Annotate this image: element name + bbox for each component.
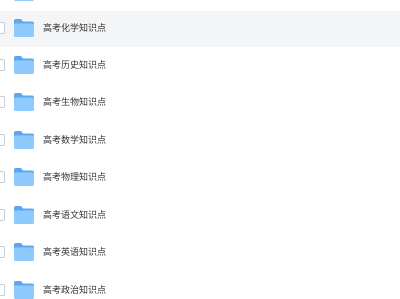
folder-icon bbox=[13, 92, 35, 112]
file-row-chinese[interactable]: 高考语文知识点 bbox=[0, 198, 400, 234]
file-name[interactable]: 高考语文知识点 bbox=[43, 198, 106, 234]
row-checkbox[interactable] bbox=[0, 209, 5, 221]
file-row-math[interactable]: 高考数学知识点 bbox=[0, 123, 400, 159]
file-row-chemistry[interactable]: 高考化学知识点 bbox=[0, 11, 400, 47]
row-checkbox[interactable] bbox=[0, 171, 5, 183]
file-name[interactable]: 高考英语知识点 bbox=[43, 235, 106, 271]
file-name[interactable]: 高考生物知识点 bbox=[43, 85, 106, 121]
file-name[interactable]: 高考历史知识点 bbox=[43, 48, 106, 84]
file-list: 高考化学知识点 高考历史知识点 高考生物知识点 高考数学知识点 高考物理知识点 bbox=[0, 0, 400, 299]
folder-icon bbox=[13, 130, 35, 150]
file-name[interactable]: 高考物理知识点 bbox=[43, 160, 106, 196]
file-row-biology[interactable]: 高考生物知识点 bbox=[0, 85, 400, 121]
row-checkbox[interactable] bbox=[0, 59, 5, 71]
folder-icon bbox=[13, 205, 35, 225]
file-row-politics[interactable]: 高考政治知识点 bbox=[0, 273, 400, 299]
folder-icon bbox=[13, 167, 35, 187]
folder-icon bbox=[13, 242, 35, 262]
file-row-english[interactable]: 高考英语知识点 bbox=[0, 235, 400, 271]
row-checkbox[interactable] bbox=[0, 96, 5, 108]
file-row-partial[interactable] bbox=[0, 0, 400, 11]
folder-icon bbox=[13, 18, 35, 38]
file-row-history[interactable]: 高考历史知识点 bbox=[0, 48, 400, 84]
folder-icon bbox=[13, 0, 35, 2]
file-name[interactable]: 高考政治知识点 bbox=[43, 273, 106, 299]
row-checkbox[interactable] bbox=[0, 22, 5, 34]
file-row-physics[interactable]: 高考物理知识点 bbox=[0, 160, 400, 196]
folder-icon bbox=[13, 280, 35, 299]
folder-icon bbox=[13, 55, 35, 75]
file-name[interactable]: 高考数学知识点 bbox=[43, 123, 106, 159]
file-name[interactable]: 高考化学知识点 bbox=[43, 11, 106, 47]
row-checkbox[interactable] bbox=[0, 284, 5, 296]
row-checkbox[interactable] bbox=[0, 134, 5, 146]
row-checkbox[interactable] bbox=[0, 246, 5, 258]
